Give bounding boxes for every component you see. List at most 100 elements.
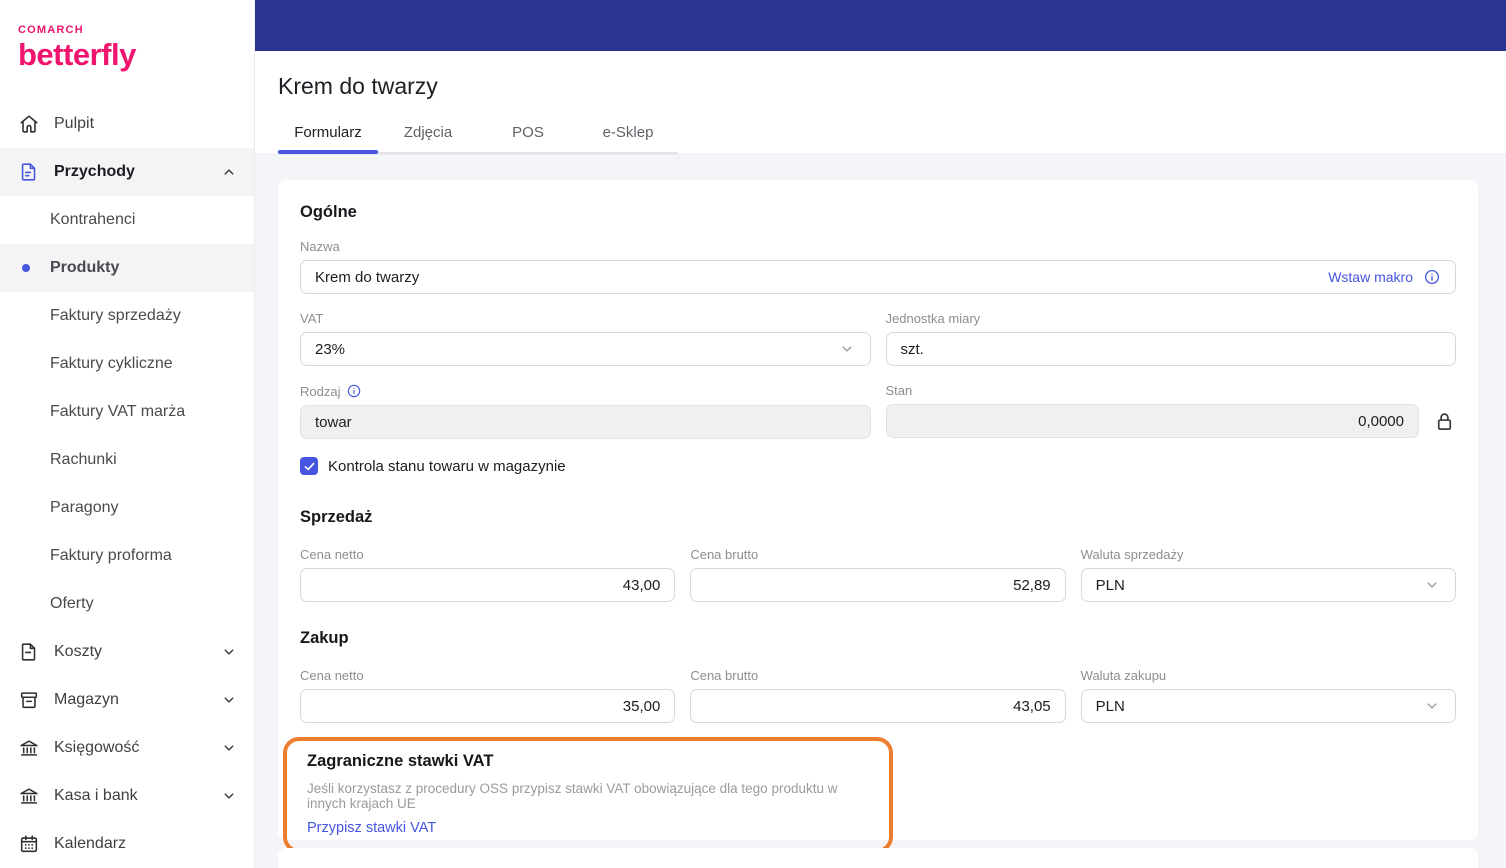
sale-currency-value: PLN [1095, 576, 1125, 594]
tab-e-sklep[interactable]: e-Sklep [578, 115, 678, 152]
sidebar-item-kalendarz[interactable]: Kalendarz [0, 820, 254, 868]
sidebar-item-magazyn[interactable]: Magazyn [0, 676, 254, 724]
info-icon[interactable] [1423, 268, 1441, 286]
sidebar-item-paragony[interactable]: Paragony [0, 484, 254, 532]
sidebar-item-faktury-sprzedazy[interactable]: Faktury sprzedaży [0, 292, 254, 340]
purchase-net-label: Cena netto [300, 668, 364, 683]
sidebar-item-label: Pulpit [54, 115, 95, 132]
stock-control-label: Kontrola stanu towaru w magazynie [328, 457, 566, 475]
section-heading-zakup: Zakup [300, 629, 349, 647]
unit-field-label: Jednostka miary [885, 311, 981, 326]
sidebar-item-label: Paragony [50, 499, 119, 516]
type-field-label-text: Rodzaj [300, 383, 341, 399]
sidebar-item-oferty[interactable]: Oferty [0, 580, 254, 628]
name-input[interactable]: Krem do twarzy Wstaw makro [300, 260, 1456, 294]
stock-field-label: Stan [885, 383, 913, 398]
unit-input[interactable]: szt. [885, 332, 1456, 366]
sidebar-item-label: Oferty [50, 595, 94, 612]
sale-gross-value: 52,89 [1013, 576, 1051, 594]
chevron-down-icon[interactable] [220, 787, 238, 805]
sale-net-value: 43,00 [622, 576, 661, 594]
info-icon[interactable] [346, 383, 362, 399]
document-icon [18, 641, 40, 663]
main-area: Krem do twarzy Formularz Zdjęcia POS e-S… [255, 0, 1506, 868]
page-title: Krem do twarzy [278, 73, 438, 99]
vat-select[interactable]: 23% [300, 332, 871, 366]
purchase-currency-value: PLN [1095, 697, 1125, 715]
next-section-card [278, 848, 1478, 868]
sidebar-item-label: Faktury cykliczne [50, 355, 173, 372]
unit-input-value: szt. [900, 340, 924, 358]
foreign-vat-section-highlight: Zagraniczne stawki VAT Jeśli korzystasz … [283, 737, 893, 853]
chevron-down-icon [1423, 576, 1441, 594]
chevron-down-icon[interactable] [220, 739, 238, 757]
name-field-label: Nazwa [300, 239, 340, 254]
sidebar-item-label: Koszty [54, 643, 103, 660]
calendar-icon [18, 833, 40, 855]
sidebar-item-faktury-proforma[interactable]: Faktury proforma [0, 532, 254, 580]
sidebar-item-label: Przychody [54, 163, 135, 180]
sale-currency-select[interactable]: PLN [1080, 568, 1456, 602]
stock-input-value: 0,0000 [1358, 412, 1404, 430]
chevron-down-icon[interactable] [220, 691, 238, 709]
sidebar-item-label: Kalendarz [54, 835, 127, 852]
sidebar-item-label: Rachunki [50, 451, 117, 468]
section-heading-zagraniczne-stawki-vat: Zagraniczne stawki VAT [307, 752, 494, 770]
lock-icon[interactable] [1433, 410, 1456, 433]
archive-box-icon [18, 689, 40, 711]
type-input: towar [300, 405, 871, 439]
stock-input: 0,0000 [885, 404, 1419, 438]
chevron-up-icon[interactable] [220, 163, 238, 181]
sidebar-item-label: Produkty [50, 259, 120, 276]
sidebar-item-ksiegowosc[interactable]: Księgowość [0, 724, 254, 772]
sidebar-item-faktury-cykliczne[interactable]: Faktury cykliczne [0, 340, 254, 388]
chevron-down-icon [838, 340, 856, 358]
vat-select-value: 23% [315, 340, 346, 358]
name-input-value: Krem do twarzy [315, 268, 420, 286]
tab-zdjecia[interactable]: Zdjęcia [378, 115, 478, 152]
sale-net-label: Cena netto [300, 547, 364, 562]
sidebar-item-koszty[interactable]: Koszty [0, 628, 254, 676]
sale-gross-input[interactable]: 52,89 [690, 568, 1066, 602]
sidebar-item-label: Magazyn [54, 691, 119, 708]
section-heading-sprzedaz: Sprzedaż [300, 508, 373, 526]
section-heading-ogolne: Ogólne [300, 203, 357, 221]
type-field-label: Rodzaj [300, 383, 871, 399]
sidebar-item-label: Kasa i bank [54, 787, 138, 804]
foreign-vat-description: Jeśli korzystasz z procedury OSS przypis… [307, 781, 838, 811]
sidebar-item-przychody[interactable]: Przychody [0, 148, 254, 196]
tab-formularz[interactable]: Formularz [278, 115, 378, 154]
purchase-gross-value: 43,05 [1013, 697, 1051, 715]
sidebar-item-kontrahenci[interactable]: Kontrahenci [0, 196, 254, 244]
sidebar-item-rachunki[interactable]: Rachunki [0, 436, 254, 484]
chevron-down-icon[interactable] [220, 643, 238, 661]
sidebar-item-label: Kontrahenci [50, 211, 136, 228]
stock-control-checkbox-row[interactable]: Kontrola stanu towaru w magazynie [300, 457, 1456, 475]
sidebar-item-faktury-vat-marza[interactable]: Faktury VAT marża [0, 388, 254, 436]
sidebar-item-produkty[interactable]: Produkty [0, 244, 254, 292]
type-input-value: towar [315, 413, 352, 431]
insert-macro-link[interactable]: Wstaw makro [1328, 269, 1413, 285]
sidebar-item-pulpit[interactable]: Pulpit [0, 100, 254, 148]
sale-net-input[interactable]: 43,00 [300, 568, 676, 602]
tab-pos[interactable]: POS [478, 115, 578, 152]
sale-gross-label: Cena brutto [690, 547, 759, 562]
sidebar-item-kasa-i-bank[interactable]: Kasa i bank [0, 772, 254, 820]
content-area: Ogólne Nazwa Krem do twarzy Wstaw makro … [255, 155, 1506, 868]
page-header: Krem do twarzy Formularz Zdjęcia POS e-S… [255, 51, 1506, 155]
checkbox-checked-icon[interactable] [300, 457, 318, 475]
brand-betterfly: betterfly [18, 37, 136, 72]
assign-vat-rates-link[interactable]: Przypisz stawki VAT [307, 820, 869, 836]
sidebar-item-label: Księgowość [54, 739, 140, 756]
purchase-gross-input[interactable]: 43,05 [690, 689, 1066, 723]
purchase-net-value: 35,00 [622, 697, 661, 715]
brand-logo: COMARCH betterfly [0, 0, 254, 100]
purchase-currency-select[interactable]: PLN [1080, 689, 1456, 723]
sidebar-item-label: Faktury sprzedaży [50, 307, 181, 324]
sidebar: COMARCH betterfly Pulpit Przychody Kontr… [0, 0, 255, 868]
top-navigation-bar [255, 0, 1506, 51]
purchase-net-input[interactable]: 35,00 [300, 689, 676, 723]
sidebar-item-label: Faktury VAT marża [50, 403, 186, 420]
chevron-down-icon [1423, 697, 1441, 715]
document-icon [18, 161, 40, 183]
